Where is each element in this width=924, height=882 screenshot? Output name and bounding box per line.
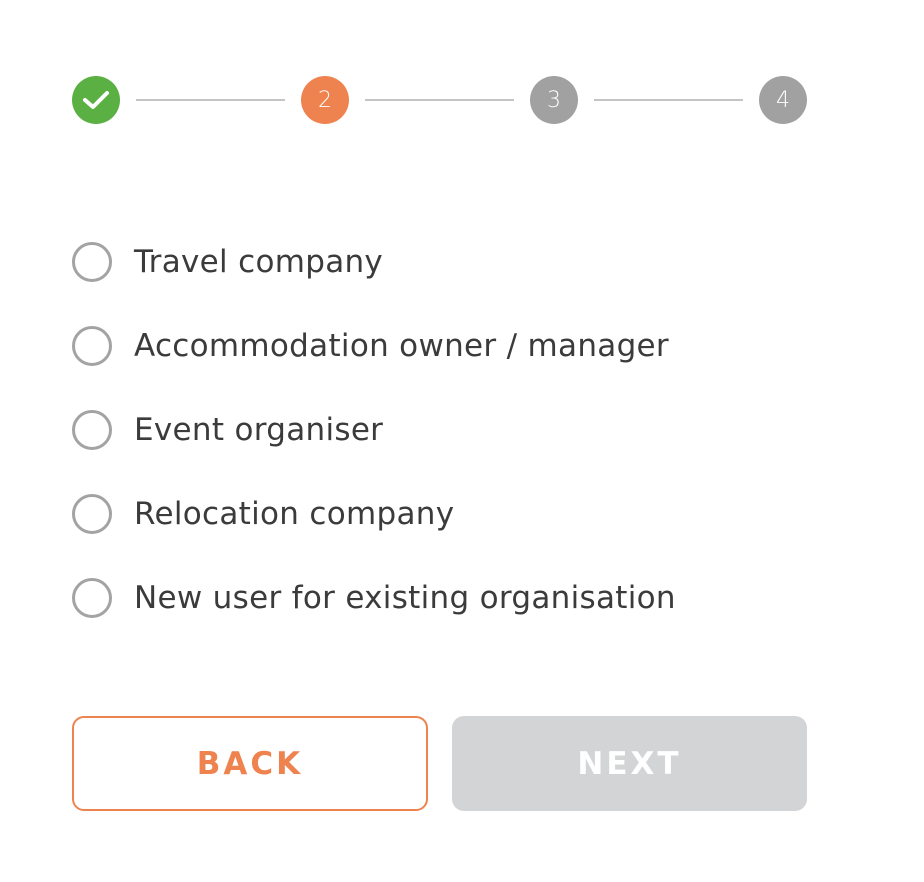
- option-label: Relocation company: [134, 496, 455, 532]
- back-button[interactable]: BACK: [72, 716, 428, 811]
- radio-button[interactable]: [72, 578, 112, 618]
- progress-stepper: 2 3 4: [72, 76, 807, 124]
- step-connector: [136, 99, 285, 101]
- check-icon: [82, 89, 110, 111]
- option-event-organiser[interactable]: Event organiser: [72, 408, 832, 452]
- next-button[interactable]: NEXT: [452, 716, 807, 811]
- step-connector: [594, 99, 743, 101]
- option-accommodation-owner[interactable]: Accommodation owner / manager: [72, 324, 832, 368]
- step-1-completed: [72, 76, 120, 124]
- radio-button[interactable]: [72, 326, 112, 366]
- step-4-pending: 4: [759, 76, 807, 124]
- option-label: Event organiser: [134, 412, 384, 448]
- option-travel-company[interactable]: Travel company: [72, 240, 832, 284]
- account-type-options: Travel company Accommodation owner / man…: [72, 240, 832, 620]
- option-relocation-company[interactable]: Relocation company: [72, 492, 832, 536]
- option-label: New user for existing organisation: [134, 580, 676, 616]
- step-number: 4: [776, 87, 790, 113]
- option-label: Travel company: [134, 244, 384, 280]
- radio-button[interactable]: [72, 494, 112, 534]
- step-number: 2: [318, 87, 332, 113]
- step-3-pending: 3: [530, 76, 578, 124]
- step-2-current: 2: [301, 76, 349, 124]
- radio-button[interactable]: [72, 242, 112, 282]
- step-connector: [365, 99, 514, 101]
- option-label: Accommodation owner / manager: [134, 328, 669, 364]
- option-new-user-existing-organisation[interactable]: New user for existing organisation: [72, 576, 832, 620]
- radio-button[interactable]: [72, 410, 112, 450]
- step-number: 3: [547, 87, 561, 113]
